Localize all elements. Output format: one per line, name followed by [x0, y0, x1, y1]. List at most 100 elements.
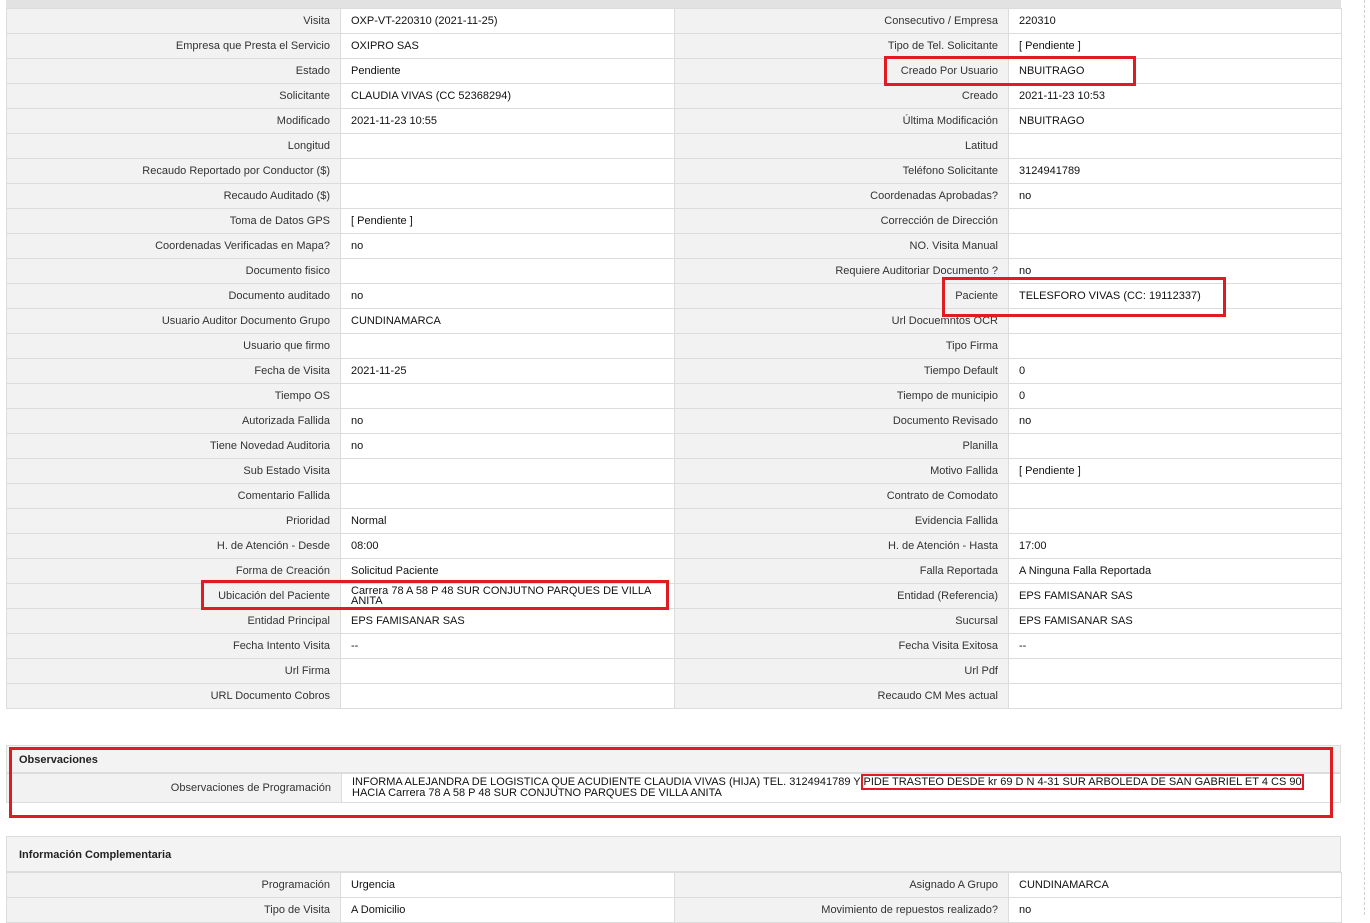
table-row: Sub Estado Visita Motivo Fallida[ Pendien… [6, 458, 1342, 484]
sub-estado-visita-label: Sub Estado Visita [6, 458, 341, 484]
tipo-firma-label: Tipo Firma [674, 333, 1009, 359]
table-row: Longitud Latitud [6, 133, 1342, 159]
observaciones-title: Observaciones [6, 745, 1341, 773]
tipo-de-visita-value: A Domicilio [340, 897, 675, 923]
recaudo-reportado-por-conductor-value [340, 158, 675, 184]
toma-de-datos-gps-value: [ Pendiente ] [340, 208, 675, 234]
table-row: Autorizada Fallida no Documento Revisado … [6, 408, 1342, 434]
table-row: Recaudo Auditado ($) Coordenadas Aprobada… [6, 183, 1342, 209]
movimiento-de-repuestos-realizado-value: no [1008, 897, 1342, 923]
creado-por-usuario-value: NBUITRAGO [1008, 58, 1342, 84]
planilla-label: Planilla [674, 433, 1009, 459]
tipo-de-visita-label: Tipo de Visita [6, 897, 341, 923]
entidad-principal-label: Entidad Principal [6, 608, 341, 634]
evidencia-fallida-label: Evidencia Fallida [674, 508, 1009, 534]
ultima-modificacion-value: NBUITRAGO [1008, 108, 1342, 134]
autorizada-fallida-value: no [340, 408, 675, 434]
url-documento-cobros-value [340, 683, 675, 709]
top-bar [6, 0, 1341, 8]
tiempo-os-label: Tiempo OS [6, 383, 341, 409]
forma-de-creacion-label: Forma de Creación [6, 558, 341, 584]
solicitante-value: CLAUDIA VIVAS (CC 52368294) [340, 83, 675, 109]
comentario-fallida-label: Comentario Fallida [6, 483, 341, 509]
coordenadas-aprobadas-value: no [1008, 183, 1342, 209]
modificado-value: 2021-11-23 10:55 [340, 108, 675, 134]
url-firma-value [340, 658, 675, 684]
falla-reportada-value: A Ninguna Falla Reportada [1008, 558, 1342, 584]
table-row: Modificado 2021-11-23 10:55 Última Modific… [6, 108, 1342, 134]
tiempo-de-municipio-value: 0 [1008, 383, 1342, 409]
tipo-de-tel-solicitante-label: Tipo de Tel. Solicitante [674, 33, 1009, 59]
consecutivo-empresa-label: Consecutivo / Empresa [674, 8, 1009, 34]
ubicacion-del-paciente-label: Ubicación del Paciente [6, 583, 341, 609]
recaudo-cm-mes-actual-value [1008, 683, 1342, 709]
tipo-firma-value [1008, 333, 1342, 359]
longitud-label: Longitud [6, 133, 341, 159]
paciente-label: Paciente [674, 283, 1009, 309]
contrato-de-comodato-value [1008, 483, 1342, 509]
entidad-referencia-label: Entidad (Referencia) [674, 583, 1009, 609]
consecutivo-empresa-value: 220310 [1008, 8, 1342, 34]
asignado-a-grupo-value: CUNDINAMARCA [1008, 872, 1342, 898]
longitud-value [340, 133, 675, 159]
table-row: Comentario Fallida Contrato de Comodato [6, 483, 1342, 509]
complementaria-title: Información Complementaria [6, 836, 1341, 872]
h-de-atencion-hasta-value: 17:00 [1008, 533, 1342, 559]
fecha-de-visita-value: 2021-11-25 [340, 358, 675, 384]
paciente-value: TELESFORO VIVAS (CC: 19112337) [1008, 283, 1342, 309]
fecha-visita-exitosa-label: Fecha Visita Exitosa [674, 633, 1009, 659]
sucursal-value: EPS FAMISANAR SAS [1008, 608, 1342, 634]
telefono-solicitante-label: Teléfono Solicitante [674, 158, 1009, 184]
documento-auditado-label: Documento auditado [6, 283, 341, 309]
tiempo-default-value: 0 [1008, 358, 1342, 384]
scrollbar-track[interactable] [1364, 0, 1366, 915]
requiere-auditoriar-documento-value: no [1008, 258, 1342, 284]
url-pdf-label: Url Pdf [674, 658, 1009, 684]
documento-fisico-value [340, 258, 675, 284]
table-row: H. de Atención - Desde 08:00 H. de Atenció… [6, 533, 1342, 559]
evidencia-fallida-value [1008, 508, 1342, 534]
documento-revisado-label: Documento Revisado [674, 408, 1009, 434]
fecha-intento-visita-value: -- [340, 633, 675, 659]
creado-label: Creado [674, 83, 1009, 109]
recaudo-auditado-value [340, 183, 675, 209]
motivo-fallida-label: Motivo Fallida [674, 458, 1009, 484]
table-row: Documento fisico Requiere Auditoriar Docu… [6, 258, 1342, 284]
table-row: Toma de Datos GPS[ Pendiente ] Corrección… [6, 208, 1342, 234]
table-row: Documento auditado no Paciente TELESFORO V… [6, 283, 1342, 309]
table-row: Ubicación del Paciente Carrera 78 A 58 P … [6, 583, 1342, 609]
fecha-visita-exitosa-value: -- [1008, 633, 1342, 659]
table-row: Prioridad Normal Evidencia Fallida [6, 508, 1342, 534]
entidad-referencia-value: EPS FAMISANAR SAS [1008, 583, 1342, 609]
observaciones-table: Observaciones de Programación INFORMA AL… [6, 773, 1341, 803]
programacion-label: Programación [6, 872, 341, 898]
h-de-atencion-desde-value: 08:00 [340, 533, 675, 559]
recaudo-reportado-por-conductor-label: Recaudo Reportado por Conductor ($) [6, 158, 341, 184]
requiere-auditoriar-documento-label: Requiere Auditoriar Documento ? [674, 258, 1009, 284]
creado-value: 2021-11-23 10:53 [1008, 83, 1342, 109]
table-row: Entidad Principal EPS FAMISANAR SAS Sucurs… [6, 608, 1342, 634]
coordenadas-aprobadas-label: Coordenadas Aprobadas? [674, 183, 1009, 209]
tipo-de-tel-solicitante-value: [ Pendiente ] [1008, 33, 1342, 59]
usuario-que-firmo-value [340, 333, 675, 359]
contrato-de-comodato-label: Contrato de Comodato [674, 483, 1009, 509]
h-de-atencion-desde-label: H. de Atención - Desde [6, 533, 341, 559]
table-row: Tiene Novedad Auditoria no Planilla [6, 433, 1342, 459]
programacion-value: Urgencia [340, 872, 675, 898]
url-documento-cobros-label: URL Documento Cobros [6, 683, 341, 709]
tiene-novedad-auditoria-value: no [340, 433, 675, 459]
table-row: Solicitante CLAUDIA VIVAS (CC 52368294) Cr… [6, 83, 1342, 109]
table-row: Url Firma Url Pdf [6, 658, 1342, 684]
observaciones-text-part2: HACIA Carrera 78 A 58 P 48 SUR CONJUTNO … [352, 787, 722, 799]
no-visita-manual-value [1008, 233, 1342, 259]
falla-reportada-label: Falla Reportada [674, 558, 1009, 584]
table-row: Empresa que Presta el Servicio OXIPRO SAS… [6, 33, 1342, 59]
prioridad-value: Normal [340, 508, 675, 534]
tiene-novedad-auditoria-label: Tiene Novedad Auditoria [6, 433, 341, 459]
latitud-value [1008, 133, 1342, 159]
url-firma-label: Url Firma [6, 658, 341, 684]
table-row: Usuario que firmo Tipo Firma [6, 333, 1342, 359]
complementaria-table: Programación Urgencia Asignado A Grupo CUND… [6, 872, 1342, 923]
recaudo-cm-mes-actual-label: Recaudo CM Mes actual [674, 683, 1009, 709]
table-row: Recaudo Reportado por Conductor ($) Teléf… [6, 158, 1342, 184]
